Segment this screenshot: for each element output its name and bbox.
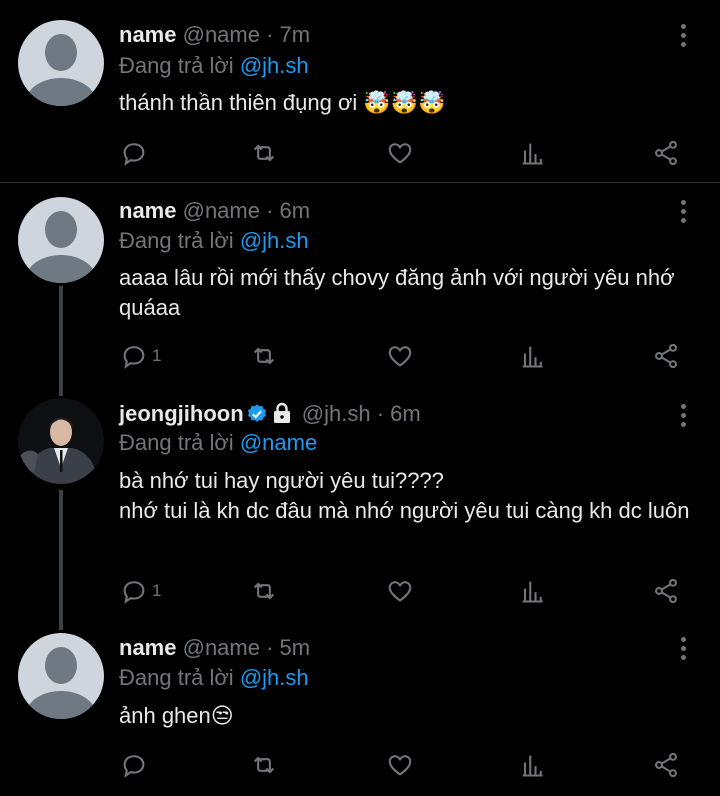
verified-badge-icon (247, 404, 266, 422)
heart-icon (388, 346, 412, 367)
reply-mention[interactable]: @jh.sh (240, 665, 309, 690)
retweet-icon (253, 347, 275, 365)
more-icon[interactable] (676, 404, 692, 428)
reply-button[interactable] (120, 138, 152, 168)
like-button[interactable] (386, 341, 414, 371)
analytics-icon (522, 755, 543, 777)
share-icon (655, 752, 677, 778)
more-icon[interactable] (676, 24, 692, 48)
heart-icon (388, 755, 412, 776)
retweet-icon (253, 756, 275, 774)
author-name[interactable]: name (119, 22, 176, 47)
tweet-text: ảnh ghen😒 (119, 703, 234, 728)
tweet[interactable]: name @name · 5m Đang trả lời @jh.sh ảnh … (0, 620, 720, 796)
tweet-text: thánh thần thiên đụng ơi 🤯🤯🤯 (119, 90, 446, 115)
retweet-button[interactable] (250, 341, 278, 371)
reply-mention[interactable]: @jh.sh (240, 53, 309, 78)
retweet-icon (253, 144, 275, 162)
author-handle[interactable]: @jh.sh (302, 401, 371, 426)
avatar[interactable] (18, 197, 104, 283)
more-icon[interactable] (676, 637, 692, 661)
tweet[interactable]: jeongjihoon @jh.sh · 6m Đang trả lời @na… (0, 388, 720, 628)
share-button[interactable] (652, 750, 680, 780)
reply-prefix: Đang trả lời (119, 430, 234, 455)
avatar[interactable] (18, 20, 104, 106)
profile-photo (18, 398, 104, 484)
author-handle[interactable]: @name (183, 635, 260, 660)
retweet-button[interactable] (250, 750, 278, 780)
retweet-icon (253, 582, 275, 600)
reply-count: 1 (152, 581, 162, 600)
share-button[interactable] (652, 341, 680, 371)
tweet-time[interactable]: · 6m (266, 198, 310, 223)
like-button[interactable] (386, 576, 414, 606)
reply-prefix: Đang trả lời (119, 665, 234, 690)
tweet-actions: 1 (0, 341, 720, 371)
reply-icon (123, 346, 145, 369)
analytics-icon (522, 581, 543, 603)
tweet-text: bà nhớ tui hay người yêu tui???? nhớ tui… (119, 466, 699, 526)
author-handle[interactable]: @name (183, 22, 260, 47)
tweet-actions: 1 (0, 576, 720, 606)
retweet-button[interactable] (250, 576, 278, 606)
analytics-icon (522, 346, 543, 368)
author-name[interactable]: name (119, 635, 176, 660)
lock-icon (273, 402, 290, 423)
author-name[interactable]: name (119, 198, 176, 223)
tweet-time[interactable]: · 7m (266, 22, 310, 47)
reply-button[interactable]: 1 (120, 576, 161, 606)
share-icon (655, 578, 677, 604)
share-icon (655, 140, 677, 166)
more-icon[interactable] (676, 200, 692, 224)
reply-button[interactable] (120, 750, 152, 780)
reply-mention[interactable]: @name (240, 430, 317, 455)
analytics-button[interactable] (518, 341, 546, 371)
tweet-actions (0, 750, 720, 780)
like-button[interactable] (386, 138, 414, 168)
like-button[interactable] (386, 750, 414, 780)
share-button[interactable] (652, 576, 680, 606)
analytics-button[interactable] (518, 576, 546, 606)
tweet-text: aaaa lâu rồi mới thấy chovy đăng ảnh với… (119, 265, 675, 320)
avatar[interactable] (18, 633, 104, 719)
reply-icon (123, 581, 145, 604)
reply-prefix: Đang trả lời (119, 228, 234, 253)
tweet-time[interactable]: · 6m (377, 401, 421, 426)
reply-icon (123, 755, 145, 778)
reply-mention[interactable]: @jh.sh (240, 228, 309, 253)
tweet-time[interactable]: · 5m (266, 635, 310, 660)
analytics-button[interactable] (518, 138, 546, 168)
analytics-icon (522, 143, 543, 165)
analytics-button[interactable] (518, 750, 546, 780)
tweet-text-line: nhớ tui là kh dc đâu mà nhớ người yêu tu… (119, 498, 690, 523)
tweet[interactable]: name @name · 6m Đang trả lời @jh.sh aaaa… (0, 183, 720, 387)
reply-prefix: Đang trả lời (119, 53, 234, 78)
retweet-button[interactable] (250, 138, 278, 168)
tweet[interactable]: name @name · 7m Đang trả lời @jh.sh thán… (0, 0, 720, 182)
avatar[interactable] (18, 398, 104, 484)
share-icon (655, 343, 677, 369)
heart-icon (388, 581, 412, 602)
share-button[interactable] (652, 138, 680, 168)
author-handle[interactable]: @name (183, 198, 260, 223)
reply-button[interactable]: 1 (120, 341, 161, 371)
tweet-text-line: bà nhớ tui hay người yêu tui???? (119, 468, 444, 493)
reply-icon (123, 143, 145, 166)
heart-icon (388, 143, 412, 164)
tweet-actions (0, 138, 720, 168)
reply-count: 1 (152, 346, 162, 365)
author-name[interactable]: jeongjihoon (119, 401, 244, 426)
